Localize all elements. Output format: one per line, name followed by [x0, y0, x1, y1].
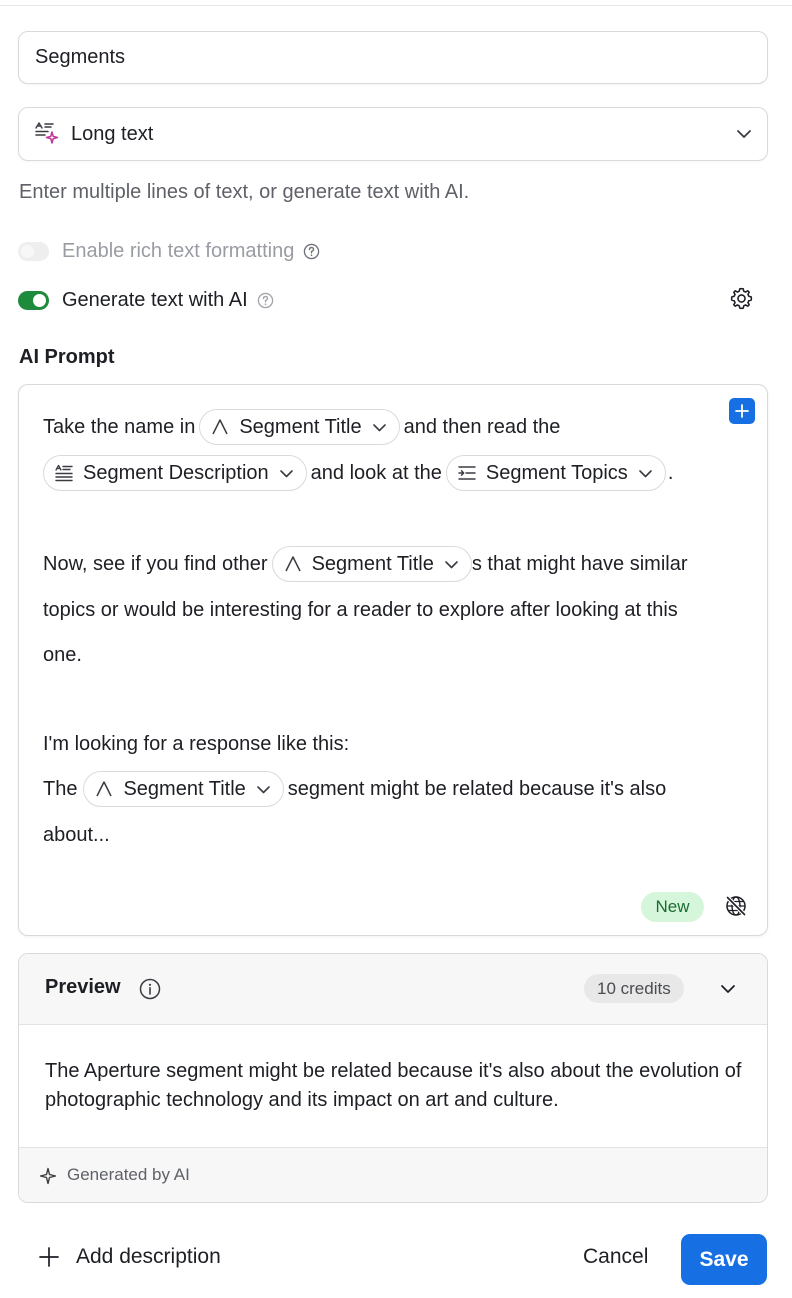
prompt-text: and then read the [403, 415, 561, 438]
field-type-helper-text: Enter multiple lines of text, or generat… [19, 181, 470, 203]
field-chip-label: Segment Title [311, 552, 434, 575]
prompt-text: about... [43, 823, 110, 846]
field-type-select[interactable]: Long text [18, 107, 768, 161]
gear-icon[interactable] [729, 286, 754, 311]
preview-footer: Generated by AI [19, 1147, 767, 1202]
prompt-line: The Segment Title segment might be relat… [43, 769, 666, 809]
prompt-text: segment might be related because it's al… [287, 777, 667, 800]
field-type-label: Long text [71, 122, 154, 145]
add-description-button[interactable]: Add description [38, 1245, 221, 1269]
new-badge: New [641, 892, 704, 922]
prompt-line: I'm looking for a response like this: [43, 724, 349, 764]
long-text-ai-icon [35, 122, 59, 144]
generate-ai-toggle-label: Generate text with AI [62, 289, 248, 311]
prompt-line: topics or would be interesting for a rea… [43, 590, 678, 630]
rich-text-toggle-row: Enable rich text formatting [18, 240, 320, 263]
field-chip-label: Segment Description [83, 461, 269, 484]
cancel-button[interactable]: Cancel [583, 1245, 648, 1269]
chevron-down-icon [279, 469, 293, 477]
panel-top-edge [0, 0, 792, 6]
field-chip-segment-title[interactable]: Segment Title [199, 409, 400, 445]
prompt-text: Take the name in [43, 415, 196, 438]
sparkle-icon [39, 1167, 57, 1185]
prompt-text: Now, see if you find other [43, 552, 268, 575]
insert-field-button[interactable] [729, 398, 755, 424]
rich-text-toggle-label: Enable rich text formatting [62, 240, 295, 262]
ai-prompt-editor[interactable]: Take the name in Segment Title and then … [18, 384, 768, 936]
chevron-down-icon [445, 560, 458, 568]
field-chip-label: Segment Topics [485, 461, 628, 484]
prompt-text: I'm looking for a response like this: [43, 732, 350, 755]
prompt-text: topics or would be interesting for a rea… [43, 598, 678, 621]
chevron-down-icon [372, 423, 386, 431]
preview-panel: Preview 10 credits The Aperture segment … [18, 953, 768, 1203]
prompt-line: one. [43, 635, 82, 675]
field-name-input[interactable] [18, 31, 768, 84]
prompt-text: The [43, 777, 78, 800]
field-chip-segment-topics[interactable]: Segment Topics [445, 455, 666, 491]
help-circle-icon[interactable] [257, 292, 274, 309]
single-line-text-icon [96, 781, 113, 797]
field-chip-segment-description[interactable]: Segment Description [43, 455, 307, 491]
prompt-text: . [667, 461, 674, 484]
add-description-label: Add description [76, 1245, 221, 1268]
single-line-text-icon [284, 556, 301, 572]
prompt-line: about... [43, 815, 110, 855]
field-chip-label: Segment Title [239, 415, 362, 438]
credits-badge: 10 credits [584, 974, 684, 1003]
preview-output-text: The Aperture segment might be related be… [45, 1060, 742, 1111]
ai-prompt-title: AI Prompt [19, 346, 115, 368]
preview-header[interactable]: Preview 10 credits [19, 954, 767, 1025]
web-search-off-icon[interactable] [724, 894, 748, 918]
single-line-text-icon [212, 419, 228, 435]
prompt-text: one. [43, 643, 82, 666]
chevron-down-icon [639, 469, 652, 477]
chevron-down-icon [737, 130, 751, 138]
info-icon[interactable] [139, 978, 161, 1000]
prompt-text: s that might have similar [471, 552, 688, 575]
prompt-text: and look at the [310, 461, 442, 484]
generated-by-ai-label: Generated by AI [67, 1165, 190, 1184]
generate-ai-toggle[interactable] [18, 291, 49, 310]
ai-toggle-row: Generate text with AI [18, 289, 274, 312]
help-circle-icon[interactable] [303, 243, 320, 260]
preview-title: Preview [45, 976, 121, 998]
prompt-line: Segment Description and look at the Segm… [39, 453, 673, 493]
prompt-line: Take the name in Segment Title and then … [43, 407, 560, 447]
field-chip-segment-title[interactable]: Segment Title [83, 771, 284, 807]
rich-text-toggle[interactable] [18, 242, 49, 261]
long-text-icon [55, 464, 73, 482]
field-chip-label: Segment Title [123, 777, 246, 800]
chevron-down-icon[interactable] [719, 980, 737, 998]
plus-icon [735, 404, 749, 418]
plus-icon [39, 1247, 59, 1267]
save-button[interactable]: Save [681, 1234, 767, 1285]
chevron-down-icon [256, 785, 270, 793]
prompt-line: Now, see if you find other Segment Title… [43, 544, 688, 584]
multi-select-icon [458, 466, 476, 480]
field-chip-segment-title[interactable]: Segment Title [271, 546, 472, 582]
